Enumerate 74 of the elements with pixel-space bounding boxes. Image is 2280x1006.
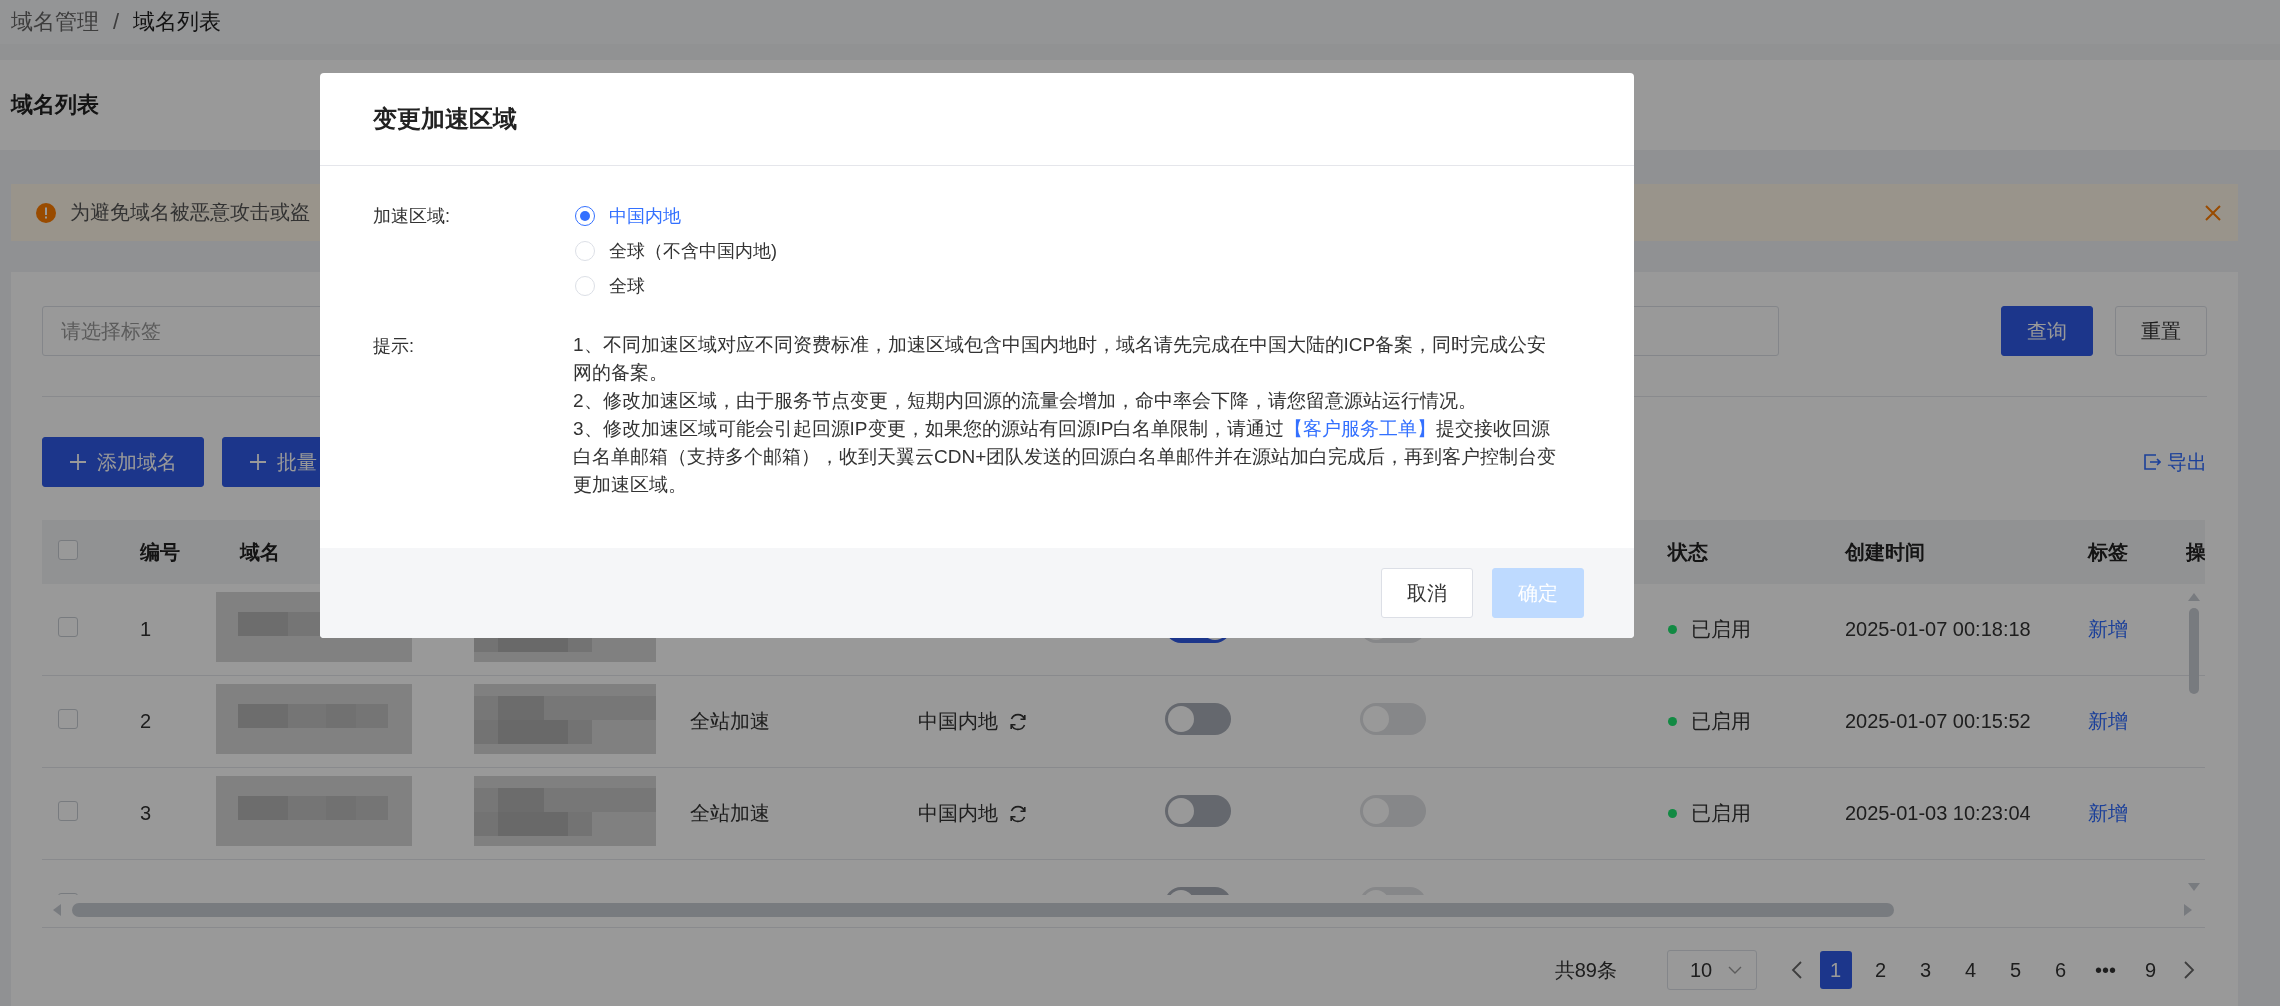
page-button[interactable]: 5 (1999, 951, 2032, 989)
scroll-down-icon[interactable] (2187, 882, 2201, 892)
refresh-icon[interactable] (1008, 803, 1028, 824)
hint-text: 1、不同加速区域对应不同资费标准，加速区域包含中国内地时，域名请先完成在中国大陆的ICP备案，同时完成公安网的备案。 (573, 333, 1548, 385)
chevron-down-icon (1728, 965, 1742, 975)
table-cell: 1 (140, 618, 152, 640)
page-button[interactable]: 1 (1819, 951, 1852, 989)
column-header: 编号 (140, 540, 180, 563)
scroll-thumb[interactable] (2189, 608, 2199, 694)
service-ticket-link[interactable]: 【客户服务工单】 (1284, 418, 1437, 439)
export-icon (2143, 453, 2161, 471)
select-all-checkbox[interactable] (58, 539, 78, 560)
radio-option[interactable]: 全球（不含中国内地) (575, 236, 777, 266)
plus-icon (69, 453, 87, 471)
table-cell: 2025-01-03 10:23:04 (1845, 802, 2031, 824)
toggle-switch[interactable] (1165, 703, 1231, 735)
add-tag-link[interactable]: 新增 (2088, 802, 2128, 824)
hint-text: 2、修改加速区域，由于服务节点变更，短期内回源的流量会增加，命中率会下降，请您留意源站运行情况。 (573, 389, 1478, 413)
page-button[interactable]: 3 (1909, 951, 1942, 989)
hint-text: 3、修改加速区域可能会引起回源IP变更，如果您的源站有回源IP白名单限制，请通过【客户服务工单】提交接收回源白名单邮箱（支持多个邮箱），收到天翼云CDN+团队发送的回源白名单邮件并在源站加白完成后，再到客户控制台变更加速区域。 (573, 417, 1558, 497)
page-title: 域名列表 (11, 91, 99, 119)
export-link[interactable]: 导出 (2143, 448, 2207, 476)
column-header: 创建时间 (1845, 540, 1925, 563)
breadcrumb-separator: / (113, 9, 120, 35)
table-cell: 3 (140, 802, 152, 824)
page-size-select[interactable]: 10 (1667, 950, 1757, 990)
next-page-icon[interactable] (2183, 960, 2195, 980)
scroll-left-icon[interactable] (52, 903, 62, 917)
page-button[interactable]: 2 (1864, 951, 1897, 989)
status-text: 已启用 (1691, 709, 1751, 734)
previous-page-icon[interactable] (1791, 960, 1803, 980)
breadcrumb-link[interactable]: 域名管理 (11, 7, 99, 37)
table-cell: 全站加速 (690, 710, 770, 732)
refresh-icon[interactable] (1008, 711, 1028, 732)
scroll-right-icon[interactable] (2183, 903, 2193, 917)
column-header: 域名 (240, 540, 280, 563)
status-text: 已启用 (1691, 801, 1751, 826)
table-cell: 2025-01-07 00:15:52 (1845, 710, 2031, 732)
reset-button[interactable]: 重置 (2115, 306, 2207, 356)
cancel-button[interactable]: 取消 (1381, 568, 1473, 618)
radio-option[interactable]: 中国内地 (575, 201, 681, 231)
column-header: 状态 (1668, 539, 1708, 565)
row-checkbox[interactable] (58, 709, 78, 729)
page-button[interactable]: 6 (2044, 951, 2077, 989)
add-tag-link[interactable]: 新增 (2088, 618, 2128, 640)
status-text: 已启用 (1691, 617, 1751, 642)
page-button[interactable]: ••• (2089, 951, 2122, 989)
warning-icon (36, 202, 56, 223)
dialog-title: 变更加速区域 (373, 104, 517, 134)
field-label: 提示: (373, 335, 415, 358)
page-button[interactable]: 4 (1954, 951, 1987, 989)
add-domain-button[interactable]: 添加域名 (42, 437, 204, 487)
total-count: 共89条 (1554, 957, 1617, 983)
search-button[interactable]: 查询 (2001, 306, 2093, 356)
warning-text: 为避免域名被恶意攻击或盗 (70, 200, 310, 225)
radio-option[interactable]: 全球 (575, 271, 645, 301)
column-header: 标签 (2088, 540, 2128, 563)
breadcrumb-current: 域名列表 (133, 8, 222, 36)
close-icon[interactable] (2204, 203, 2222, 222)
row-checkbox[interactable] (58, 801, 78, 821)
table-cell: 2025-01-07 00:18:18 (1845, 618, 2031, 640)
scroll-up-icon[interactable] (2187, 592, 2201, 602)
add-tag-link[interactable]: 新增 (2088, 710, 2128, 732)
page-button[interactable]: 9 (2134, 951, 2167, 989)
table-cell-text: 中国内地 (918, 801, 998, 826)
row-checkbox[interactable] (58, 617, 78, 637)
table-cell: 2 (140, 710, 152, 732)
field-label: 加速区域: (373, 205, 451, 228)
plus-icon (249, 453, 267, 471)
toggle-switch[interactable] (1165, 795, 1231, 827)
vertical-scrollbar[interactable] (2187, 592, 2201, 892)
scroll-thumb[interactable] (72, 903, 1894, 917)
table-cell-text: 中国内地 (918, 709, 998, 734)
table-cell: 全站加速 (690, 802, 770, 824)
